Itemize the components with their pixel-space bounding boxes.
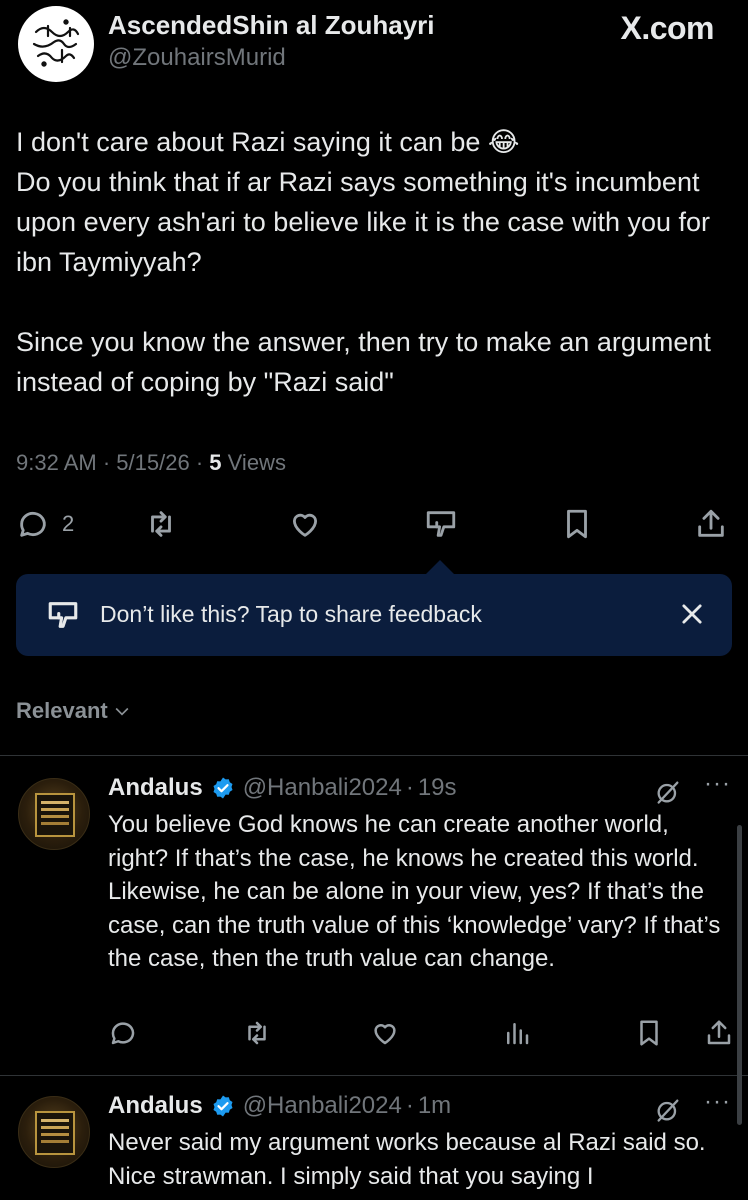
dislike-icon: [426, 511, 456, 537]
share-button[interactable]: [694, 504, 728, 544]
feedback-text[interactable]: Don’t like this? Tap to share feedback: [100, 601, 482, 628]
reply-time: 19s: [417, 774, 457, 801]
reply-handle[interactable]: @Hanbali2024: [243, 1092, 402, 1120]
reply-action-bar: [0, 1018, 748, 1058]
retweet-button[interactable]: [144, 504, 178, 544]
reply-avatar[interactable]: [18, 778, 90, 850]
feedback-tooltip[interactable]: Don’t like this? Tap to share feedback: [16, 574, 732, 656]
divider: [0, 755, 748, 756]
meta-separator: ·: [195, 450, 204, 475]
meta-separator: ·: [405, 774, 414, 801]
reply-item[interactable]: Andalus @Hanbali2024 · 19s ··· You belie…: [0, 766, 748, 1066]
tweet-action-bar: 2: [0, 500, 748, 548]
tweet-header: AscendedShin al Zouhayri @ZouhairsMurid …: [0, 0, 748, 100]
analytics-button[interactable]: [502, 1018, 532, 1053]
retweet-icon: [248, 1021, 266, 1045]
like-button[interactable]: [370, 1018, 400, 1053]
reply-time: 1m: [417, 1092, 452, 1119]
verified-badge-icon: [213, 777, 233, 799]
more-options-icon[interactable]: ···: [704, 1088, 731, 1116]
site-logo: X.com: [620, 10, 714, 46]
divider: [0, 1075, 748, 1076]
grok-icon[interactable]: [654, 1096, 682, 1129]
reply-button[interactable]: [108, 1018, 138, 1053]
share-icon: [707, 1020, 731, 1045]
reply-text: Never said my argument works because al …: [108, 1129, 706, 1190]
like-button[interactable]: [288, 504, 322, 544]
meta-separator: ·: [102, 450, 111, 475]
sort-label: Relevant: [16, 698, 108, 723]
reply-count: 2: [62, 511, 75, 536]
reply-header: Andalus @Hanbali2024 · 19s: [108, 774, 457, 802]
reply-icon: [20, 511, 46, 537]
reply-handle[interactable]: @Hanbali2024: [243, 774, 402, 802]
like-icon: [292, 513, 318, 537]
author-display-name[interactable]: AscendedShin al Zouhayri: [108, 10, 435, 41]
tweet-date: 5/15/26: [116, 450, 190, 475]
retweet-icon: [151, 511, 171, 537]
chevron-down-icon: [115, 707, 129, 716]
scrollbar[interactable]: [737, 825, 742, 1125]
bookmark-button[interactable]: [634, 1018, 664, 1053]
more-options-icon[interactable]: ···: [704, 770, 731, 798]
tweet-time: 9:32 AM: [16, 450, 97, 475]
tweet-paragraph: Since you know the answer, then try to m…: [16, 327, 719, 397]
reply-author-name[interactable]: Andalus: [108, 1092, 203, 1120]
verified-badge-icon: [213, 1095, 233, 1117]
reply-text: You believe God knows he can create anot…: [108, 811, 721, 972]
retweet-button[interactable]: [242, 1018, 272, 1053]
analytics-icon: [507, 1023, 529, 1045]
share-icon: [698, 509, 724, 537]
dislike-button[interactable]: [424, 504, 458, 544]
author-avatar[interactable]: [18, 6, 94, 82]
close-icon[interactable]: [678, 600, 706, 633]
reply-sort-dropdown[interactable]: Relevant: [16, 698, 132, 724]
bookmark-button[interactable]: [560, 504, 594, 544]
views-label[interactable]: Views: [228, 450, 286, 475]
reply-header: Andalus @Hanbali2024 · 1m: [108, 1092, 451, 1120]
reply-author-name[interactable]: Andalus: [108, 774, 203, 802]
share-button[interactable]: [704, 1018, 734, 1053]
grok-icon[interactable]: [654, 778, 682, 811]
tweet-paragraph: I don't care about Razi saying it can be…: [16, 127, 711, 277]
tweet-meta: 9:32 AM · 5/15/26 · 5 Views: [16, 450, 286, 476]
meta-separator: ·: [405, 1092, 414, 1119]
reply-item[interactable]: Andalus @Hanbali2024 · 1m ··· Never said…: [0, 1084, 748, 1200]
reply-avatar[interactable]: [18, 1096, 90, 1168]
dislike-icon: [46, 598, 80, 637]
bookmark-icon: [567, 509, 587, 539]
reply-icon: [111, 1022, 135, 1045]
tooltip-arrow: [425, 560, 455, 575]
views-count[interactable]: 5: [209, 450, 221, 475]
tweet-text: I don't care about Razi saying it can be…: [16, 122, 728, 402]
reply-button[interactable]: 2: [16, 504, 74, 544]
author-handle[interactable]: @ZouhairsMurid: [108, 44, 286, 72]
bookmark-icon: [640, 1020, 658, 1046]
like-icon: [374, 1024, 396, 1045]
